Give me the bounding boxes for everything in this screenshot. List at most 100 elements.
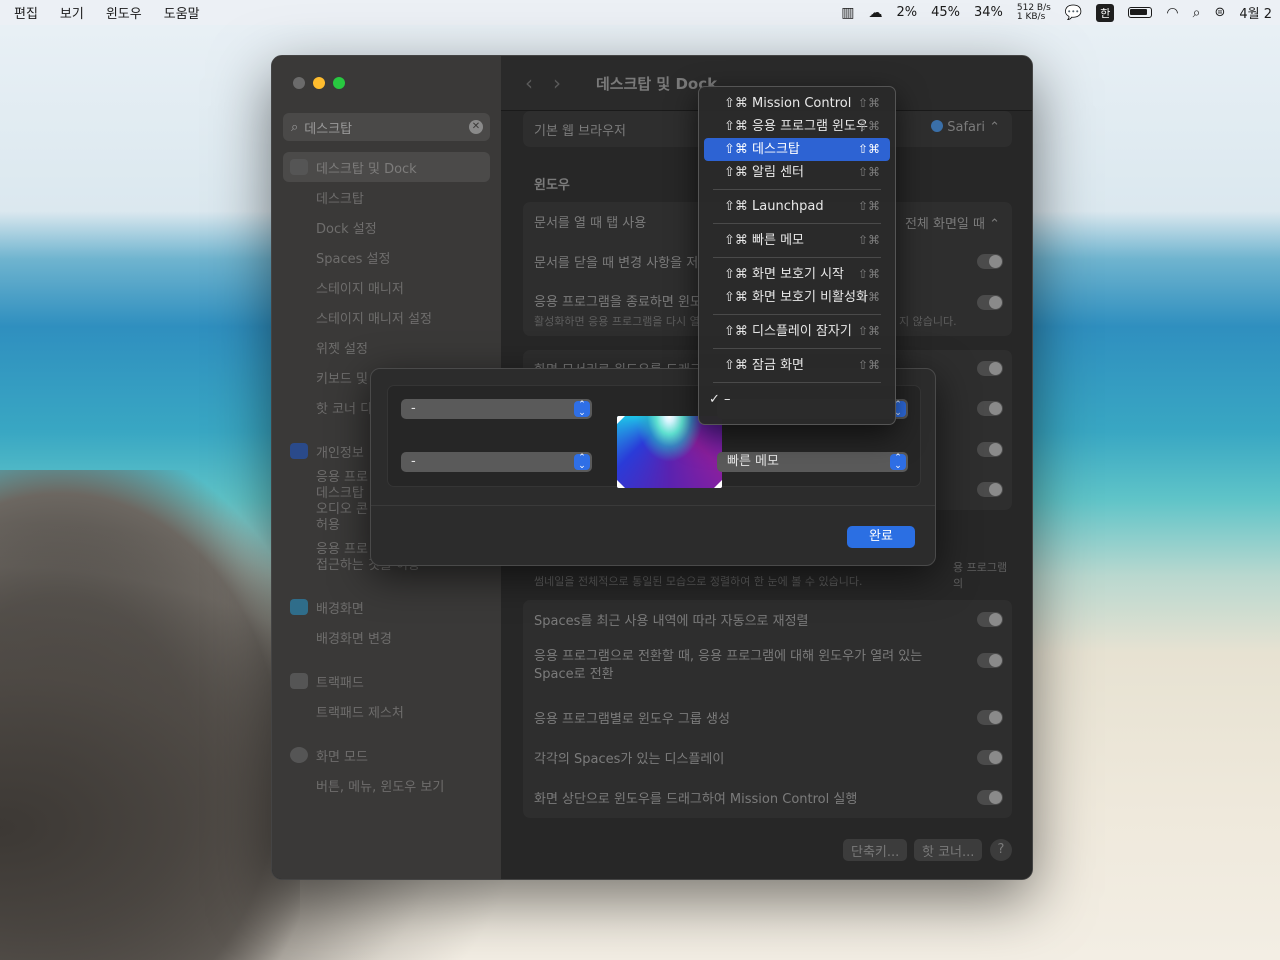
menu-item-notification-center[interactable]: ⇧⌘ 알림 센터 ⇧⌘: [704, 161, 890, 184]
sidebar-item-appearance[interactable]: 화면 모드: [283, 740, 490, 770]
sidebar-item-dock-settings[interactable]: Dock 설정: [283, 212, 490, 242]
privacy-hand-icon: [290, 443, 308, 459]
group-windows-row: 응용 프로그램별로 윈도우 그룹 생성: [523, 702, 1012, 732]
spotlight-search-icon[interactable]: ⌕: [1193, 5, 1201, 21]
spaces-rearrange-toggle[interactable]: [977, 612, 1003, 627]
input-method-badge[interactable]: 한: [1096, 3, 1115, 22]
sidebar-item-appearance-desc[interactable]: 버튼, 메뉴, 윈도우 보기: [283, 770, 490, 800]
sidebar-item-spaces-settings[interactable]: Spaces 설정: [283, 242, 490, 272]
default-browser-label: 기본 웹 브라우저: [534, 123, 626, 139]
sidebar-item-trackpad-gestures[interactable]: 트랙패드 제스처: [283, 696, 490, 726]
hot-corners-button[interactable]: 핫 코너...: [914, 839, 983, 861]
sidebar-item-change-wallpaper[interactable]: 배경화면 변경: [283, 622, 490, 652]
appearance-icon: [290, 747, 308, 763]
switch-space-row: 응용 프로그램으로 전환할 때, 응용 프로그램에 대해 윈도우가 열려 있는 …: [523, 644, 1012, 684]
close-windows-toggle[interactable]: [977, 295, 1003, 310]
wifi-icon[interactable]: ◠: [1166, 5, 1178, 21]
back-forward-icons[interactable]: ‹›: [525, 71, 581, 95]
menu-item-launchpad[interactable]: ⇧⌘ Launchpad ⇧⌘: [704, 195, 890, 218]
hot-corner-action-menu: ⇧⌘ Mission Control ⇧⌘ ⇧⌘ 응용 프로그램 윈도우 ⇧⌘ ⇧⌘…: [698, 86, 896, 425]
separate-spaces-row: 각각의 Spaces가 있는 디스플레이: [523, 742, 1012, 772]
bottom-left-corner-marker: [617, 480, 625, 488]
minimize-button[interactable]: [313, 77, 325, 89]
separate-spaces-toggle[interactable]: [977, 750, 1003, 765]
memory-usage[interactable]: 45%: [931, 5, 960, 20]
group-windows-toggle[interactable]: [977, 710, 1003, 725]
menu-item-start-screensaver[interactable]: ⇧⌘ 화면 보호기 시작 ⇧⌘: [704, 263, 890, 286]
creative-cloud-icon[interactable]: ☁: [868, 5, 882, 21]
help-button[interactable]: ?: [990, 839, 1012, 861]
menu-separator: [713, 382, 881, 383]
window-controls: [293, 77, 345, 89]
menu-separator: [713, 189, 881, 190]
menu-separator: [713, 314, 881, 315]
ask-save-toggle[interactable]: [977, 254, 1003, 269]
menu-item-mission-control[interactable]: ⇧⌘ Mission Control ⇧⌘: [704, 92, 890, 115]
search-icon: ⌕: [291, 119, 299, 135]
trackpad-icon: [290, 673, 308, 689]
tile-toggle-3[interactable]: [977, 482, 1003, 497]
bottom-right-corner-marker: [714, 480, 722, 488]
switch-space-toggle[interactable]: [977, 653, 1003, 668]
search-input[interactable]: 데스크탑: [304, 118, 352, 137]
default-browser-select[interactable]: Safari ⌃: [931, 120, 1000, 135]
sidebar-item-desktop-dock[interactable]: 데스크탑 및 Dock: [283, 152, 490, 182]
bottom-left-corner-select[interactable]: - ⌃ ⌄: [401, 452, 592, 472]
menu-help[interactable]: 도움말: [164, 3, 200, 22]
zoom-button[interactable]: [333, 77, 345, 89]
sidebar-item-widget-settings[interactable]: 위젯 설정: [283, 332, 490, 362]
sidebar-item-desktop[interactable]: 데스크탑: [283, 182, 490, 212]
menu-separator: [713, 257, 881, 258]
drag-top-row: 화면 상단으로 윈도우를 드래그하여 Mission Control 실행: [523, 782, 1012, 812]
control-center-icon[interactable]: ⊜: [1214, 5, 1225, 20]
menu-item-none[interactable]: ✓ –: [704, 388, 890, 411]
sidebar-item-stage-manager[interactable]: 스테이지 매니저: [283, 272, 490, 302]
tabs-select[interactable]: 전체 화면일 때 ⌃: [905, 213, 1000, 232]
close-button[interactable]: [293, 77, 305, 89]
clear-search-icon[interactable]: ✕: [469, 120, 483, 134]
wallpaper-icon: [290, 599, 308, 615]
desktop-dock-icon: [290, 159, 308, 175]
top-left-corner-marker: [617, 416, 625, 424]
chevron-updown-icon: ⌃ ⌄: [574, 454, 590, 471]
top-left-corner-select[interactable]: - ⌃ ⌄: [401, 399, 592, 419]
drag-top-toggle[interactable]: [977, 790, 1003, 805]
done-button[interactable]: 완료: [847, 526, 915, 548]
menu-item-disable-screensaver[interactable]: ⇧⌘ 화면 보호기 비활성화 ⇧⌘: [704, 286, 890, 309]
chevron-updown-icon: ⌃ ⌄: [574, 401, 590, 418]
menu-item-app-windows[interactable]: ⇧⌘ 응용 프로그램 윈도우 ⇧⌘: [704, 115, 890, 138]
menu-separator: [713, 223, 881, 224]
stage-manager-icon[interactable]: ▥: [841, 5, 854, 21]
menu-item-lock-screen[interactable]: ⇧⌘ 잠금 화면 ⇧⌘: [704, 354, 890, 377]
tile-toggle-2[interactable]: [977, 442, 1003, 457]
menu-separator: [713, 348, 881, 349]
sidebar-item-stage-manager-settings[interactable]: 스테이지 매니저 설정: [283, 302, 490, 332]
menubar-date[interactable]: 4월 2: [1239, 3, 1272, 22]
mission-control-desc-2: 썸네일을 전체적으로 통일된 모습으로 정렬하여 한 눈에 볼 수 있습니다.: [534, 575, 863, 588]
safari-icon: [931, 120, 944, 132]
bottom-right-corner-select[interactable]: 빠른 메모 ⌃ ⌄: [717, 452, 908, 472]
menu-window[interactable]: 윈도우: [106, 3, 142, 22]
screen-preview: [617, 416, 722, 488]
sidebar-item-trackpad[interactable]: 트랙패드: [283, 666, 490, 696]
chevron-updown-icon: ⌃ ⌄: [890, 454, 906, 471]
sidebar-item-wallpaper[interactable]: 배경화면: [283, 592, 490, 622]
menu-edit[interactable]: 편집: [14, 3, 38, 22]
battery-icon[interactable]: [1128, 7, 1153, 18]
drag-toggle[interactable]: [977, 361, 1003, 376]
shortcuts-button[interactable]: 단축키...: [843, 839, 908, 861]
sheet-divider: [371, 505, 935, 506]
sidebar-search[interactable]: ⌕ 데스크탑 ✕: [283, 113, 490, 141]
menu-item-quick-note[interactable]: ⇧⌘ 빠른 메모 ⇧⌘: [704, 229, 890, 252]
spaces-rearrange-row: Spaces를 최근 사용 내역에 따라 자동으로 재정렬: [523, 604, 1012, 634]
net-down: 1 KB/s: [1016, 11, 1046, 22]
menu-view[interactable]: 보기: [60, 3, 84, 22]
tile-toggle-1[interactable]: [977, 401, 1003, 416]
network-speed[interactable]: 512 B/s 1 KB/s: [1016, 3, 1051, 22]
disk-usage[interactable]: 34%: [974, 5, 1003, 20]
messages-icon[interactable]: 💬: [1065, 5, 1082, 21]
menu-item-desktop[interactable]: ⇧⌘ 데스크탑 ⇧⌘: [704, 138, 890, 161]
checkmark-icon: ✓: [709, 392, 720, 407]
menu-item-display-sleep[interactable]: ⇧⌘ 디스플레이 잠자기 ⇧⌘: [704, 320, 890, 343]
cpu-usage[interactable]: 2%: [896, 5, 917, 20]
